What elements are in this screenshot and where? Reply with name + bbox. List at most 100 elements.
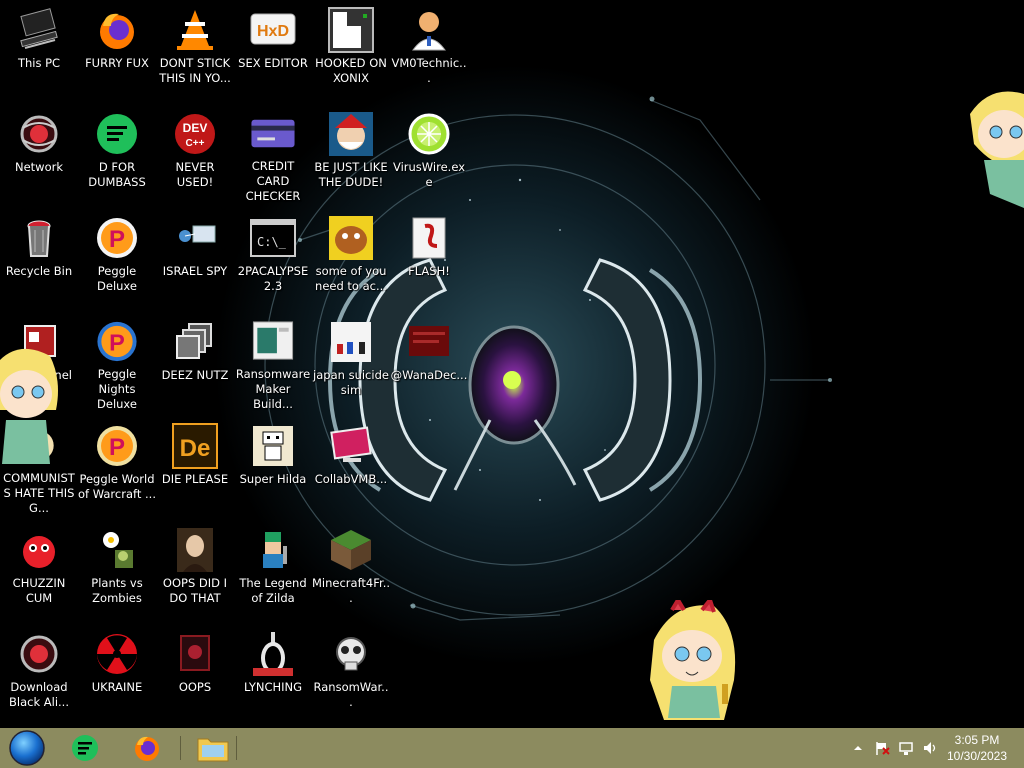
desktop-icon-be-just-like[interactable]: BE JUST LIKE THE DUDE! — [312, 104, 390, 204]
desktop-icon-lynching[interactable]: LYNCHING — [234, 624, 312, 724]
pixel-hero-icon — [263, 532, 287, 568]
desktop-icon-super-hilda[interactable]: Super Hilda — [234, 416, 312, 516]
taskbar-file-explorer-button[interactable] — [190, 728, 236, 768]
command-prompt-icon: C:\_ — [250, 219, 296, 257]
wanadecryptor-icon — [409, 326, 449, 356]
desktop-icon-oops[interactable]: OOPS — [156, 624, 234, 724]
desktop-icon-label: BE JUST LIKE THE DUDE! — [314, 160, 388, 189]
radiation-icon — [97, 634, 137, 674]
desktop-icon-label: 2PACALYPSE 2.3 — [237, 264, 309, 293]
start-button[interactable] — [4, 728, 50, 768]
credit-card-icon — [251, 119, 295, 148]
desktop-icon-hooked-on-xonix[interactable]: HOOKED ON XONIX — [312, 0, 390, 100]
tray-show-hidden-icon[interactable] — [850, 740, 866, 756]
desktop-icon-peggle-wow[interactable]: P Peggle World of Warcraft ... — [78, 416, 156, 516]
desktop-icon-label: Ransomware Maker Build... — [235, 367, 311, 411]
desktop-icon-furry-fux[interactable]: FURRY FUX — [78, 0, 156, 100]
desktop-icon-label: VM0Technic... — [391, 56, 467, 85]
taskbar-notes-app-button[interactable] — [62, 728, 108, 768]
desktop-icon-sex-editor[interactable]: HxD SEX EDITOR — [234, 0, 312, 100]
desktop-icon-never-used[interactable]: DEV C++ NEVER USED! — [156, 104, 234, 204]
network-globe-icon — [20, 115, 58, 153]
desktop-icon-label: japan suicide sim — [313, 368, 389, 397]
desktop-icon-peggle-deluxe[interactable]: P Peggle Deluxe — [78, 208, 156, 308]
svg-text:C++: C++ — [186, 138, 205, 149]
desktop-icon-label: FURRY FUX — [85, 56, 149, 70]
de-letters-icon: De — [172, 423, 218, 469]
desktop-icon-label: CHUZZIN CUM — [12, 576, 66, 605]
chuzzle-icon — [23, 536, 55, 568]
svg-text:DEV: DEV — [183, 121, 208, 135]
firefox-icon — [135, 736, 159, 761]
desktop-icon-oops-did-i[interactable]: OOPS DID I DO THAT — [156, 520, 234, 620]
desktop-icon-chuzzin-cum[interactable]: CHUZZIN CUM — [0, 520, 78, 620]
desktop-icon-label: The Legend of Zilda — [239, 576, 307, 605]
desktop-icon-vm0technic[interactable]: VM0Technic... — [390, 0, 468, 100]
desktop-icon-plants-vs-zombies[interactable]: Plants vs Zombies — [78, 520, 156, 620]
desktop-icon-viruswire[interactable]: VirusWire.exe — [390, 104, 468, 204]
desktop-icon-some-of-you[interactable]: some of you need to ac... — [312, 208, 390, 308]
desktop-icon-label: This PC — [17, 56, 61, 70]
santa-character-icon — [329, 112, 373, 156]
taskbar-clock[interactable]: 3:05 PM 10/30/2023 — [942, 732, 1012, 764]
cartoon-character-sticker-top-right — [970, 91, 1024, 208]
desktop[interactable]: This PC Network Recycle Bin Panel COMMUN… — [0, 0, 1024, 728]
peggle-icon: P — [97, 321, 137, 362]
desktop-icon-label: COMMUNISTS HATE THIS G... — [3, 471, 75, 515]
desktop-icon-minecraft[interactable]: Minecraft4Fr... — [312, 520, 390, 620]
desktop-icon-label: NEVER USED! — [175, 160, 215, 189]
desktop-icon-ransomwar[interactable]: RansomWar... — [312, 624, 390, 724]
desktop-icon-recycle-bin[interactable]: Recycle Bin — [0, 208, 78, 308]
vlc-cone-icon — [177, 10, 213, 50]
peggle-icon: P — [97, 218, 137, 258]
action-center-flag-icon[interactable] — [874, 740, 890, 756]
desktop-icon-network[interactable]: Network — [0, 104, 78, 204]
desktop-icon-label: SEX EDITOR — [238, 56, 308, 70]
pixel-character-icon — [253, 426, 293, 466]
desktop-icon-label: CollabVMB... — [314, 472, 388, 486]
desktop-icon-label: some of you need to ac... — [315, 264, 387, 293]
network-status-icon[interactable] — [898, 740, 914, 756]
desktop-icon-2pacalypse[interactable]: C:\_ 2PACALYPSE 2.3 — [234, 208, 312, 308]
desktop-icon-wanadec[interactable]: @WanaDec... — [390, 312, 468, 412]
desktop-icon-flash[interactable]: FLASH! — [390, 208, 468, 308]
computer-icon — [20, 8, 58, 49]
desktop-icon-label: Super Hilda — [239, 472, 307, 486]
start-orb-icon — [9, 730, 45, 766]
desktop-icon-israel-spy[interactable]: ISRAEL SPY — [156, 208, 234, 308]
svg-text:C:\_: C:\_ — [257, 235, 287, 249]
taskbar-firefox-button[interactable] — [124, 728, 170, 768]
volume-icon[interactable] — [922, 740, 938, 756]
taskbar-separator — [236, 736, 237, 760]
desktop-icon-download-black[interactable]: Download Black Ali... — [0, 624, 78, 724]
desktop-icon-dont-stick[interactable]: DONT STICK THIS IN YO... — [156, 0, 234, 100]
desktop-icon-die-please[interactable]: De DIE PLEASE — [156, 416, 234, 516]
svg-text:De: De — [180, 435, 211, 462]
taskbar: 3:05 PM 10/30/2023 — [0, 728, 1024, 768]
desktop-icon-d-for-dumbass[interactable]: D FOR DUMBASS — [78, 104, 156, 204]
desktop-icon-legend-of-zilda[interactable]: The Legend of Zilda — [234, 520, 312, 620]
recycle-bin-icon — [27, 220, 51, 257]
dark-app-icon — [180, 635, 210, 671]
flower-icon — [103, 532, 133, 568]
desktop-icon-credit-card-checker[interactable]: CREDIT CARD CHECKER — [234, 104, 312, 204]
desktop-icon-ukraine[interactable]: UKRAINE — [78, 624, 156, 724]
desktop-icon-this-pc[interactable]: This PC — [0, 0, 78, 100]
desktop-icon-peggle-nights[interactable]: P Peggle Nights Deluxe — [78, 312, 156, 412]
cartoon-character-sticker-left — [0, 348, 58, 464]
desktop-icon-deez-nutz[interactable]: DEEZ NUTZ — [156, 312, 234, 412]
desktop-icon-collabvm[interactable]: CollabVMB... — [312, 416, 390, 516]
desktop-icon-label: Download Black Ali... — [9, 680, 69, 709]
desktop-icon-label: HOOKED ON XONIX — [315, 56, 387, 85]
desktop-icon-label: @WanaDec... — [390, 368, 468, 382]
desktop-icon-ransomware-maker[interactable]: Ransomware Maker Build... — [234, 312, 312, 412]
desktop-icon-label: Recycle Bin — [5, 264, 73, 278]
portrait-icon — [177, 528, 213, 572]
network-spy-icon — [179, 225, 216, 243]
desktop-icon-label: OOPS DID I DO THAT — [162, 576, 228, 605]
stacked-windows-icon — [176, 323, 212, 359]
desktop-icon-japan-suicide-sim[interactable]: japan suicide sim — [312, 312, 390, 412]
peggle-icon: P — [97, 426, 137, 466]
desktop-icon-label: OOPS — [178, 680, 212, 694]
desktop-icon-label: DEEZ NUTZ — [161, 368, 229, 382]
